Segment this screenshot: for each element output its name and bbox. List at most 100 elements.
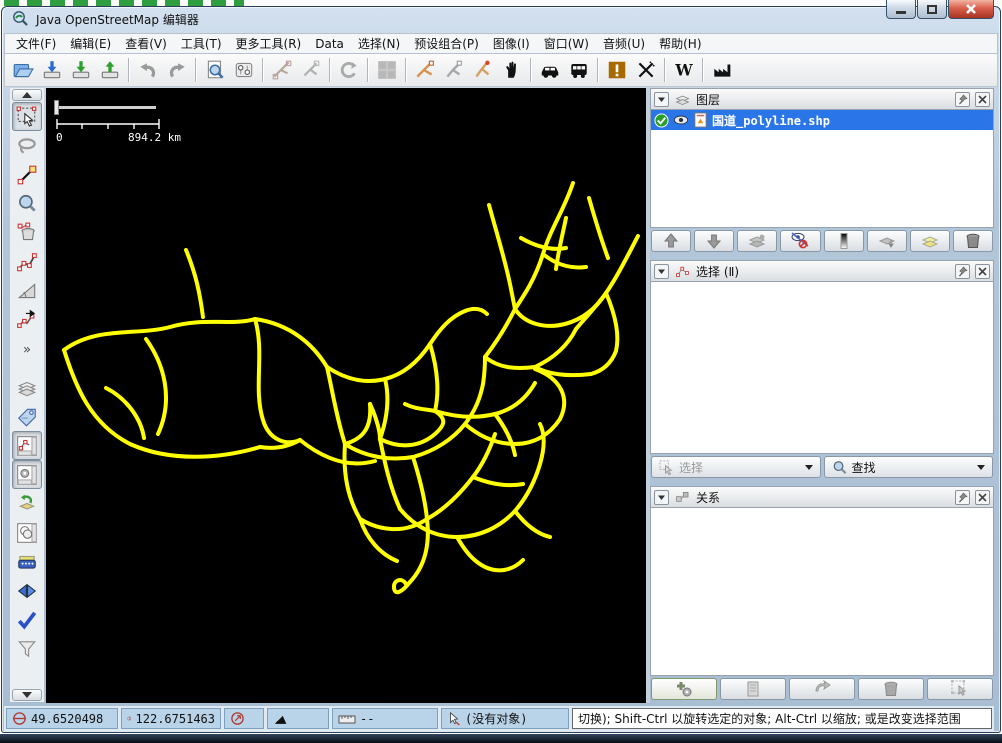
delete-relation-button[interactable] xyxy=(858,678,924,700)
delete-tool-button[interactable] xyxy=(12,218,42,247)
tile-disabled-icon[interactable] xyxy=(372,56,401,85)
layers-pin-button[interactable] xyxy=(955,92,970,107)
measure-tool-button[interactable] xyxy=(12,276,42,305)
lasso-tool-button[interactable] xyxy=(12,131,42,160)
menu-help[interactable]: 帮助(H) xyxy=(652,33,708,54)
undo-button[interactable] xyxy=(133,56,162,85)
layers-panel-header: 图层 xyxy=(650,88,994,110)
close-button[interactable] xyxy=(948,0,994,19)
layer-opacity-button[interactable] xyxy=(824,230,864,252)
zoom-tool-button[interactable] xyxy=(12,189,42,218)
layers-close-button[interactable] xyxy=(975,92,990,107)
menu-imagery[interactable]: 图像(I) xyxy=(486,33,537,54)
redo-button[interactable] xyxy=(162,56,191,85)
move-layer-up-button[interactable] xyxy=(651,230,691,252)
layers-list: 国道_polyline.shp xyxy=(650,110,994,228)
toolbar-scroll-up-button[interactable] xyxy=(12,89,42,101)
selection-panel-toggle-button[interactable] xyxy=(12,431,42,460)
relations-close-button[interactable] xyxy=(975,490,990,505)
menu-tools[interactable]: 工具(T) xyxy=(174,33,229,54)
draw-node-tool-button[interactable] xyxy=(12,160,42,189)
more-tools-button[interactable]: » xyxy=(12,334,42,363)
relations-collapse-button[interactable] xyxy=(654,490,669,505)
conflict-toggle-button[interactable] xyxy=(12,576,42,605)
menu-selection[interactable]: 选择(N) xyxy=(351,33,407,54)
select-tool-button[interactable] xyxy=(12,102,42,131)
merge-layer-down-button[interactable] xyxy=(867,230,907,252)
save-file-button[interactable] xyxy=(37,56,66,85)
select-combo-button[interactable]: 选择 xyxy=(651,456,821,478)
maximize-button[interactable] xyxy=(917,0,947,19)
merge-nodes-disabled-icon[interactable] xyxy=(267,56,296,85)
upload-button[interactable] xyxy=(95,56,124,85)
menu-windows[interactable]: 窗口(W) xyxy=(537,33,596,54)
open-file-button[interactable] xyxy=(8,56,37,85)
scroll-down-icon xyxy=(22,692,32,698)
pan-hand-button[interactable] xyxy=(497,56,526,85)
angle-readout xyxy=(267,708,329,729)
validator-toggle-button[interactable] xyxy=(12,605,42,634)
combine-way-button[interactable] xyxy=(439,56,468,85)
preset-factory-button[interactable] xyxy=(707,56,736,85)
minimize-button[interactable] xyxy=(886,0,916,19)
duplicate-layer-button[interactable] xyxy=(910,230,950,252)
selection-collapse-button[interactable] xyxy=(654,264,669,279)
preset-warning-button[interactable] xyxy=(602,56,631,85)
layer-visibility-eye-icon[interactable] xyxy=(673,114,689,126)
layers-collapse-button[interactable] xyxy=(654,92,669,107)
preset-bus-button[interactable] xyxy=(564,56,593,85)
menu-data[interactable]: Data xyxy=(308,35,351,53)
edit-relation-button[interactable] xyxy=(720,678,786,700)
map-canvas[interactable]: 0 894.2 km xyxy=(46,88,646,703)
toolbar-scroll-down-button[interactable] xyxy=(12,689,42,701)
move-layer-down-button[interactable] xyxy=(694,230,734,252)
new-relation-button[interactable] xyxy=(651,678,717,700)
menu-edit[interactable]: 编辑(E) xyxy=(63,33,118,54)
menu-more-tools[interactable]: 更多工具(R) xyxy=(229,33,309,54)
unglue-way-button[interactable] xyxy=(468,56,497,85)
menu-view[interactable]: 查看(V) xyxy=(118,33,174,54)
refresh-disabled-icon[interactable] xyxy=(334,56,363,85)
preferences-button[interactable] xyxy=(229,56,258,85)
layer-row[interactable]: 国道_polyline.shp xyxy=(651,110,993,130)
authors-toggle-button[interactable] xyxy=(12,547,42,576)
search-combo-button[interactable]: 查找 xyxy=(824,456,994,478)
zoom-slider-handle[interactable] xyxy=(54,100,59,115)
main-toolbar: W xyxy=(4,54,998,87)
menu-file[interactable]: 文件(F) xyxy=(9,33,63,54)
search-preferences-button[interactable] xyxy=(200,56,229,85)
preset-restaurant-button[interactable] xyxy=(631,56,660,85)
relations-pin-button[interactable] xyxy=(955,490,970,505)
ruler-icon xyxy=(338,713,356,725)
select-relation-button[interactable] xyxy=(927,678,993,700)
changeset-toggle-button[interactable] xyxy=(12,489,42,518)
duplicate-relation-button[interactable] xyxy=(789,678,855,700)
preset-castle-button[interactable]: W xyxy=(669,56,698,85)
angle-icon xyxy=(273,712,289,726)
select-cursor-icon xyxy=(659,460,674,475)
delete-layer-button[interactable] xyxy=(953,230,993,252)
layers-toggle-button[interactable] xyxy=(12,373,42,402)
selection-pin-button[interactable] xyxy=(955,264,970,279)
minimize-icon xyxy=(896,11,906,14)
menu-audio[interactable]: 音频(U) xyxy=(596,33,652,54)
selection-close-button[interactable] xyxy=(975,264,990,279)
relations-button-row xyxy=(650,676,994,702)
tags-toggle-button[interactable] xyxy=(12,402,42,431)
activate-layer-button[interactable] xyxy=(737,230,777,252)
map-zoom-slider[interactable] xyxy=(52,99,160,115)
select-combo-dropdown-icon xyxy=(805,465,813,470)
split-way-button[interactable] xyxy=(410,56,439,85)
preferences-panel-toggle-button[interactable] xyxy=(12,460,42,489)
filter-toggle-button[interactable] xyxy=(12,634,42,663)
preset-car-button[interactable] xyxy=(535,56,564,85)
combine-ways-disabled-icon[interactable] xyxy=(296,56,325,85)
download-button[interactable] xyxy=(66,56,95,85)
mappaint-toggle-button[interactable] xyxy=(12,518,42,547)
show-hide-layer-button[interactable] xyxy=(780,230,820,252)
titlebar[interactable]: Java OpenStreetMap 编辑器 xyxy=(2,6,999,33)
menu-presets[interactable]: 预设组合(P) xyxy=(407,33,486,54)
way-tool-button[interactable] xyxy=(12,247,42,276)
selection-panel-title: 选择 (Ⅱ) xyxy=(696,263,950,280)
follow-line-tool-button[interactable] xyxy=(12,305,42,334)
